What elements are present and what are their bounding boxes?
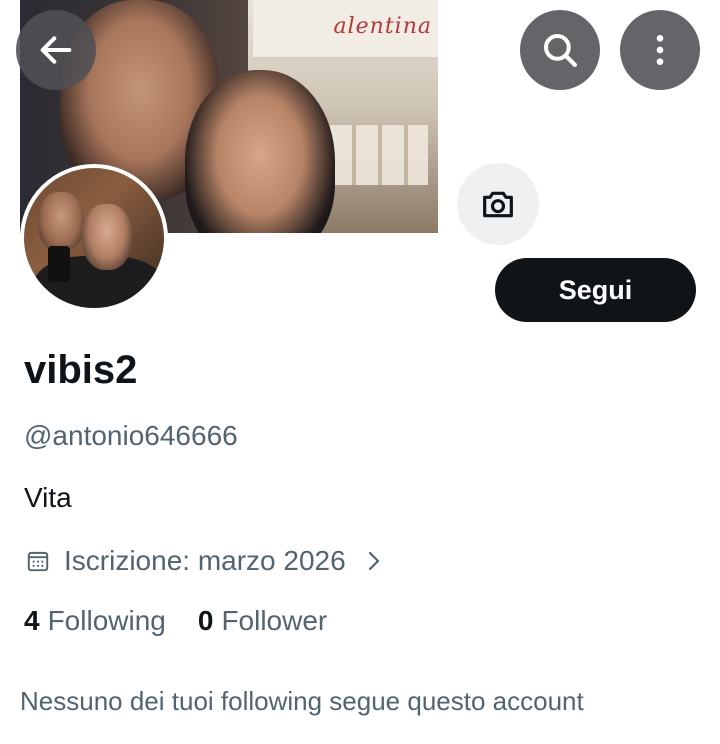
- arrow-left-icon: [40, 36, 72, 64]
- follower-stat[interactable]: 0 Follower: [198, 605, 327, 637]
- banner-person-woman: [185, 70, 335, 233]
- camera-icon: [483, 191, 513, 218]
- chevron-right-icon: [364, 549, 384, 573]
- search-icon: [543, 33, 577, 67]
- following-label: Following: [47, 605, 166, 636]
- display-name: vibis2: [24, 348, 138, 392]
- follow-stats: 4 Following 0 Follower: [24, 605, 327, 637]
- join-date-text: Iscrizione: marzo 2026: [64, 545, 346, 576]
- avatar-face-woman: [82, 204, 132, 270]
- calendar-icon: [24, 547, 52, 575]
- avatar[interactable]: [20, 164, 168, 312]
- follower-label: Follower: [221, 605, 328, 636]
- avatar-phone: [48, 246, 70, 282]
- join-date-row[interactable]: Iscrizione: marzo 2026: [24, 542, 384, 580]
- more-vertical-icon: [656, 35, 664, 65]
- follow-button[interactable]: Segui: [495, 258, 696, 322]
- avatar-face-man: [38, 192, 84, 252]
- mutual-followers-note: Nessuno dei tuoi following segue questo …: [20, 686, 584, 716]
- following-stat[interactable]: 4 Following: [24, 605, 166, 637]
- user-handle: @antonio646666: [24, 420, 238, 451]
- following-count: 4: [24, 605, 40, 636]
- follower-count: 0: [197, 605, 214, 636]
- more-options-button[interactable]: [620, 10, 700, 90]
- user-bio: Vita: [24, 482, 72, 513]
- back-button[interactable]: [16, 10, 96, 90]
- banner-shop-sign: alentina: [333, 14, 432, 39]
- banner-camera-button[interactable]: [457, 163, 539, 245]
- search-button[interactable]: [520, 10, 600, 90]
